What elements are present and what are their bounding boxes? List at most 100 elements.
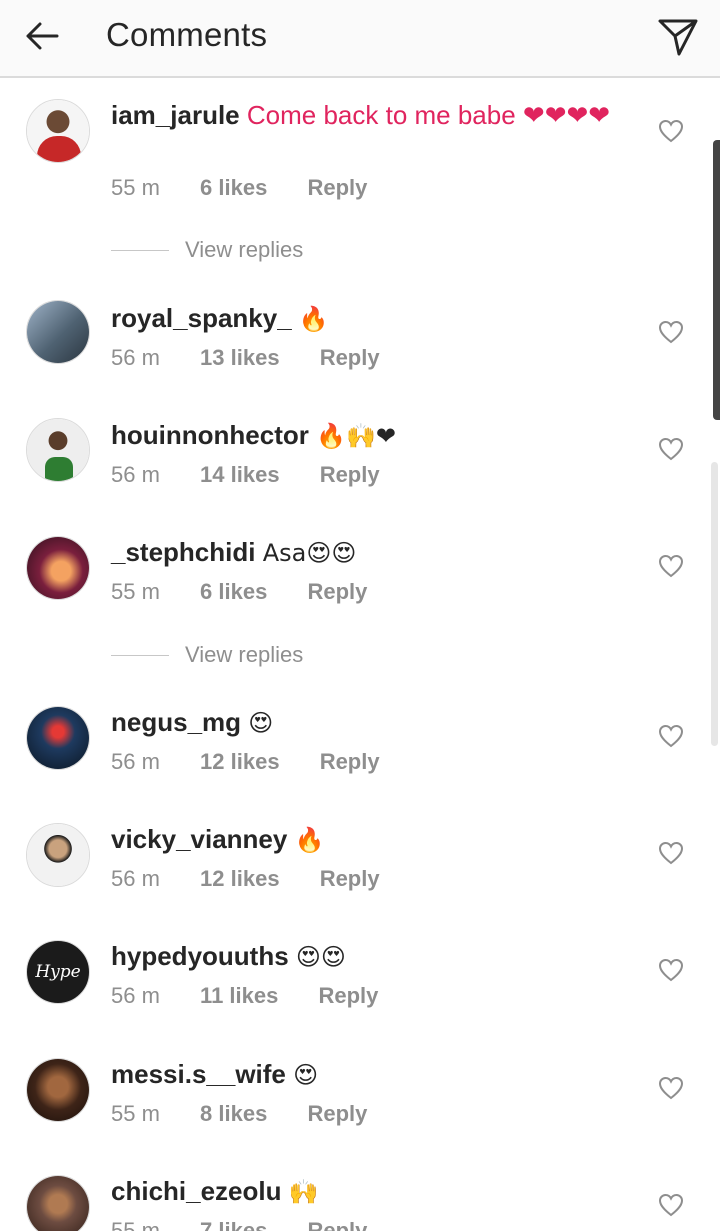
comment-text: chichi_ezeolu 🙌 xyxy=(111,1176,631,1208)
hype-logo: Hype xyxy=(35,962,81,982)
like-button[interactable] xyxy=(656,435,686,463)
comment-time: 56 m xyxy=(111,983,160,1008)
view-replies-button[interactable]: View replies xyxy=(111,640,303,670)
comment-text: houinnonhector 🔥🙌❤ xyxy=(111,420,631,452)
like-button[interactable] xyxy=(656,1191,686,1219)
comment-username[interactable]: vicky_vianney xyxy=(111,824,287,854)
comment-likes[interactable]: 7 likes xyxy=(200,1218,267,1231)
comment-time: 55 m xyxy=(111,1101,160,1126)
comment-meta: 55 m 6 likes Reply xyxy=(111,579,401,605)
heart-icon xyxy=(658,320,684,344)
comments-list[interactable]: iam_jarule Come back to me babe ❤❤❤❤ 55 … xyxy=(0,80,720,1231)
avatar[interactable] xyxy=(26,99,90,163)
like-button[interactable] xyxy=(656,318,686,346)
avatar[interactable] xyxy=(26,300,90,364)
avatar[interactable]: Hype xyxy=(26,940,90,1004)
side-edge-handle[interactable] xyxy=(713,140,720,420)
comment-meta: 56 m 11 likes Reply xyxy=(111,983,412,1009)
like-button[interactable] xyxy=(656,117,686,145)
comment-likes[interactable]: 12 likes xyxy=(200,749,280,774)
comment-likes[interactable]: 14 likes xyxy=(200,462,280,487)
reply-button[interactable]: Reply xyxy=(307,1101,367,1126)
reply-button[interactable]: Reply xyxy=(320,866,380,891)
comment-username[interactable]: iam_jarule xyxy=(111,100,240,130)
comment-username[interactable]: hypedyouuths xyxy=(111,941,289,971)
back-button[interactable] xyxy=(18,14,66,58)
heart-icon xyxy=(658,119,684,143)
reply-button[interactable]: Reply xyxy=(307,175,367,200)
comment-likes[interactable]: 13 likes xyxy=(200,345,280,370)
view-replies-button[interactable]: View replies xyxy=(111,235,303,265)
comment-body: 🙌 xyxy=(288,1178,319,1206)
comment-username[interactable]: royal_spanky_ xyxy=(111,303,292,333)
comment-likes[interactable]: 12 likes xyxy=(200,866,280,891)
reply-button[interactable]: Reply xyxy=(320,749,380,774)
comment-username[interactable]: chichi_ezeolu xyxy=(111,1176,282,1206)
reply-button[interactable]: Reply xyxy=(320,345,380,370)
view-replies-label: View replies xyxy=(185,642,304,667)
comment-username[interactable]: messi.s__wife xyxy=(111,1059,286,1089)
comment-meta: 55 m 8 likes Reply xyxy=(111,1101,401,1127)
heart-icon xyxy=(658,1193,684,1217)
paper-plane-icon xyxy=(658,19,698,56)
like-button[interactable] xyxy=(656,722,686,750)
comment-meta: 56 m 14 likes Reply xyxy=(111,462,414,488)
comment-body: Come back to me babe ❤❤❤❤ xyxy=(246,100,611,130)
reply-button[interactable]: Reply xyxy=(320,462,380,487)
comment-time: 56 m xyxy=(111,345,160,370)
heart-icon xyxy=(658,841,684,865)
comment-time: 56 m xyxy=(111,866,160,891)
comment-body: 🔥🙌❤ xyxy=(316,422,396,450)
like-button[interactable] xyxy=(656,956,686,984)
comment-time: 56 m xyxy=(111,749,160,774)
reply-button[interactable]: Reply xyxy=(307,579,367,604)
like-button[interactable] xyxy=(656,552,686,580)
comment-time: 55 m xyxy=(111,579,160,604)
comment-username[interactable]: _stephchidi xyxy=(111,537,255,567)
comment-time: 55 m xyxy=(111,175,160,200)
avatar[interactable] xyxy=(26,823,90,887)
avatar[interactable] xyxy=(26,1175,90,1231)
avatar[interactable] xyxy=(26,1058,90,1122)
top-bar: Comments xyxy=(0,0,720,78)
comment-time: 55 m xyxy=(111,1218,160,1231)
comment-text: iam_jarule Come back to me babe ❤❤❤❤ xyxy=(111,100,631,131)
like-button[interactable] xyxy=(656,839,686,867)
comment-text: vicky_vianney 🔥 xyxy=(111,824,631,856)
comment-text: negus_mg 😍 xyxy=(111,707,631,739)
reply-button[interactable]: Reply xyxy=(307,1218,367,1231)
comment-body: 🔥 xyxy=(298,305,329,333)
heart-icon xyxy=(658,958,684,982)
comment-body: 🔥 xyxy=(294,826,325,854)
comment-likes[interactable]: 11 likes xyxy=(200,983,278,1008)
comment-meta: 56 m 12 likes Reply xyxy=(111,749,414,775)
share-button[interactable] xyxy=(650,12,706,62)
like-button[interactable] xyxy=(656,1074,686,1102)
scrollbar[interactable] xyxy=(711,462,718,746)
comment-username[interactable]: negus_mg xyxy=(111,707,241,737)
heart-icon xyxy=(658,554,684,578)
comment-body: 😍😍 xyxy=(295,943,346,971)
replies-divider xyxy=(111,249,169,251)
avatar[interactable] xyxy=(26,418,90,482)
comment-meta: 55 m 7 likes Reply xyxy=(111,1218,401,1231)
comment-body: 😍 xyxy=(248,709,274,737)
replies-divider xyxy=(111,654,169,656)
comment-username[interactable]: houinnonhector xyxy=(111,420,309,450)
comment-body: Asa😍😍 xyxy=(262,539,357,567)
avatar[interactable] xyxy=(26,536,90,600)
back-arrow-icon xyxy=(26,22,59,50)
comment-likes[interactable]: 6 likes xyxy=(200,175,267,200)
view-replies-label: View replies xyxy=(185,237,304,262)
comment-meta: 55 m 6 likes Reply xyxy=(111,175,401,201)
comment-text: hypedyouuths 😍😍 xyxy=(111,941,631,973)
comment-time: 56 m xyxy=(111,462,160,487)
avatar[interactable] xyxy=(26,706,90,770)
heart-icon xyxy=(658,724,684,748)
comment-meta: 56 m 13 likes Reply xyxy=(111,345,414,371)
reply-button[interactable]: Reply xyxy=(318,983,378,1008)
comments-screen: Comments iam_jarule Come back to me babe… xyxy=(0,0,720,1231)
comment-likes[interactable]: 6 likes xyxy=(200,579,267,604)
comment-likes[interactable]: 8 likes xyxy=(200,1101,267,1126)
comment-meta: 56 m 12 likes Reply xyxy=(111,866,414,892)
